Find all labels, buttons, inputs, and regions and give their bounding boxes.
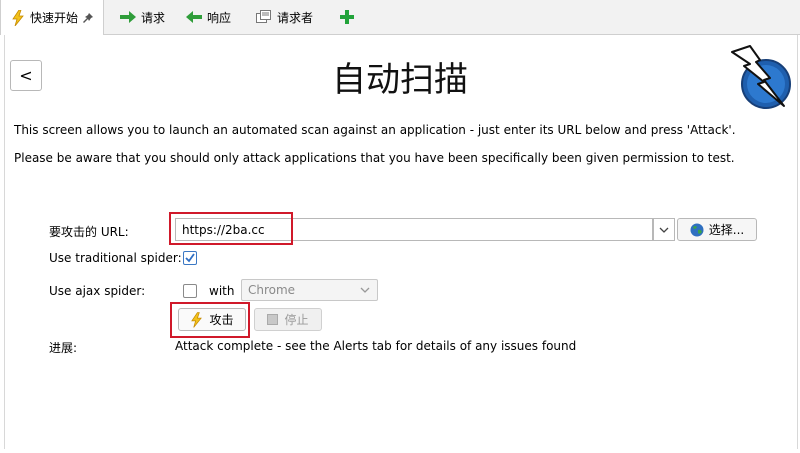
browser-select-value: Chrome — [248, 283, 296, 297]
tab-label: 请求 — [141, 10, 166, 25]
tab-label: 响应 — [207, 10, 232, 25]
tab-label: 请求者 — [277, 10, 314, 25]
tab-label: 快速开始 — [30, 11, 79, 25]
url-dropdown-button[interactable] — [653, 218, 675, 241]
select-button-label: 选择... — [708, 223, 745, 237]
select-url-button[interactable]: 选择... — [677, 218, 757, 241]
browser-select[interactable]: Chrome — [241, 279, 378, 301]
arrow-left-icon — [186, 11, 202, 23]
arrow-right-icon — [120, 11, 136, 23]
chevron-down-icon — [659, 227, 669, 233]
tab-quick-start[interactable]: 快速开始 — [0, 0, 105, 35]
stop-icon — [267, 314, 279, 325]
progress-label: 进展: — [49, 341, 78, 355]
page-title: 自动扫描 — [332, 60, 468, 100]
stop-button[interactable]: 停止 — [254, 308, 322, 331]
stop-button-label: 停止 — [284, 313, 309, 327]
attack-highlight-box — [170, 302, 250, 338]
checkmark-icon — [185, 253, 195, 263]
with-label: with — [209, 284, 235, 298]
requester-icon — [256, 10, 272, 24]
url-label: 要攻击的 URL: — [49, 225, 129, 239]
ajax-spider-label: Use ajax spider: — [49, 284, 146, 298]
tab-requester[interactable]: 请求者 — [256, 0, 313, 34]
zap-logo — [728, 44, 794, 110]
ajax-spider-checkbox[interactable] — [183, 284, 197, 298]
globe-icon — [690, 223, 704, 237]
add-tab-button[interactable] — [340, 0, 354, 34]
traditional-spider-label: Use traditional spider: — [49, 251, 182, 265]
tab-response[interactable]: 响应 — [186, 0, 231, 34]
url-highlight-box — [169, 212, 293, 245]
lightning-icon — [11, 9, 25, 26]
chevron-down-icon — [360, 287, 377, 293]
tab-request[interactable]: 请求 — [120, 0, 165, 34]
plus-icon — [340, 10, 354, 24]
tab-bar: 快速开始 请求 响应 请求者 — [0, 0, 800, 35]
traditional-spider-checkbox[interactable] — [183, 251, 197, 265]
progress-status: Attack complete - see the Alerts tab for… — [175, 339, 577, 353]
pin-icon[interactable] — [83, 12, 94, 23]
warning-text: Please be aware that you should only att… — [14, 151, 735, 165]
description-text: This screen allows you to launch an auto… — [14, 123, 736, 137]
